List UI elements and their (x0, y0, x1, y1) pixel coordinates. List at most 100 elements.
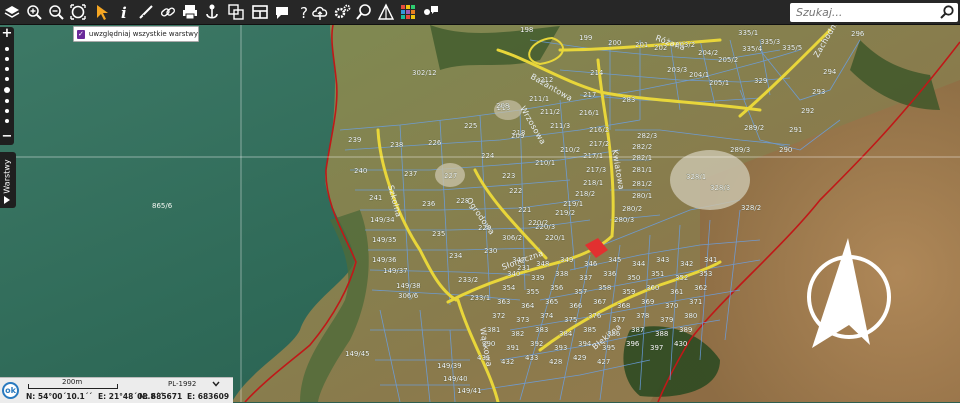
zoom-level-dot[interactable] (5, 57, 9, 61)
parcel-label[interactable]: 281/1 (632, 166, 653, 174)
parcel-label[interactable]: 280/3 (614, 216, 635, 224)
comment-icon[interactable] (420, 2, 440, 22)
parcel-label[interactable]: 343 (656, 256, 670, 264)
parcel-label[interactable]: 430 (674, 340, 688, 348)
parcel-label[interactable]: 221 (518, 206, 532, 214)
map-canvas[interactable]: Szkolna Ogrodowa Bażantowa Kwiatowa Wąskowa W… (0, 0, 960, 402)
parcel-label[interactable]: 233/2 (458, 276, 479, 284)
parcel-label[interactable]: 280/2 (622, 205, 643, 213)
parcel-label[interactable]: 361 (670, 288, 684, 296)
parcel-label[interactable]: 229 (478, 224, 492, 232)
parcel-label[interactable]: 433 (525, 354, 539, 362)
parcel-label[interactable]: 354 (502, 284, 516, 292)
zoom-level-dot[interactable] (5, 47, 9, 51)
parcel-label[interactable]: 240 (354, 167, 368, 175)
print-icon[interactable] (180, 2, 200, 22)
parcel-label[interactable]: 357 (574, 288, 588, 296)
parcel-label[interactable]: 216/2 (589, 126, 610, 134)
parcel-label[interactable]: 217/2 (589, 140, 610, 148)
parcel-label[interactable]: 383 (535, 326, 549, 334)
parcel-label[interactable]: 351 (651, 270, 665, 278)
parcel-label[interactable]: 432 (501, 358, 515, 366)
parcel-label[interactable]: 149/39 (437, 362, 462, 370)
search-icon[interactable] (939, 4, 955, 20)
parcel-label[interactable]: 217/3 (586, 166, 607, 174)
parcel-label[interactable]: 228 (456, 197, 470, 205)
parcel-label[interactable]: 217 (583, 91, 597, 99)
parcel-label[interactable]: 344 (632, 260, 646, 268)
parcel-label[interactable]: 328/1 (686, 173, 707, 181)
parcel-label[interactable]: 225 (464, 122, 478, 130)
parcel-label[interactable]: 328/2 (741, 204, 762, 212)
parcel-label[interactable]: 239 (348, 136, 362, 144)
parcel-label[interactable]: 353 (699, 270, 713, 278)
parcel-label[interactable]: 349 (560, 256, 574, 264)
parcel-label[interactable]: 365 (545, 298, 559, 306)
parcel-label[interactable]: 370 (665, 302, 679, 310)
parcel-label[interactable]: 204/2 (698, 49, 719, 57)
search-input[interactable] (794, 4, 936, 20)
parcel-label[interactable]: 374 (540, 312, 554, 320)
parcel-label[interactable]: 205/1 (709, 79, 730, 87)
parcel-label[interactable]: 235 (432, 230, 446, 238)
layers-panel-toggle[interactable]: Warstwy (0, 152, 16, 208)
parcel-label[interactable]: 281/2 (632, 180, 653, 188)
mosaic-icon[interactable] (398, 2, 418, 22)
parcel-label[interactable]: 218/1 (583, 179, 604, 187)
parcel-label[interactable]: 292 (801, 107, 815, 115)
parcel-label[interactable]: 393 (554, 344, 568, 352)
parcel-label[interactable]: 367 (593, 298, 607, 306)
parcel-label[interactable]: 431 (477, 354, 491, 362)
parcel-label[interactable]: 201 (635, 41, 649, 49)
parcel-label[interactable]: 335/4 (742, 45, 763, 53)
parcel-label[interactable]: 211/3 (550, 122, 571, 130)
parcel-label[interactable]: 340 (507, 270, 521, 278)
parcel-label[interactable]: 391 (506, 344, 520, 352)
parcel-label[interactable]: 223 (502, 172, 516, 180)
parcel-label[interactable]: 335/3 (760, 38, 781, 46)
zoom-out-icon[interactable] (46, 2, 66, 22)
info-icon[interactable]: i (114, 2, 134, 22)
parcel-label[interactable]: 371 (689, 298, 703, 306)
parcel-label[interactable]: 338 (555, 270, 569, 278)
parcel-label[interactable]: 372 (492, 312, 506, 320)
parcel-label[interactable]: 282/1 (632, 154, 653, 162)
orthophoto-map[interactable]: Szkolna OgrodowaBażantowaKwiatowaWąskowaW… (0, 0, 960, 402)
parcel-label[interactable]: 241 (369, 194, 383, 202)
parcel-label[interactable]: 227 (444, 172, 458, 180)
parcel-label[interactable]: 306/6 (398, 292, 419, 300)
parcel-label[interactable]: 210/1 (535, 159, 556, 167)
parcel-label[interactable]: 230 (484, 247, 498, 255)
parcel-label[interactable]: 216/1 (579, 109, 600, 117)
parcel-label[interactable]: 282/2 (632, 143, 653, 151)
zoom-level-dot[interactable] (5, 77, 9, 81)
link-icon[interactable] (158, 2, 178, 22)
layout-icon[interactable] (250, 2, 270, 22)
parcel-label[interactable]: 386 (607, 330, 621, 338)
parcel-label[interactable]: 381 (487, 326, 501, 334)
parcel-label[interactable]: 291 (789, 126, 803, 134)
chat-icon[interactable] (272, 2, 292, 22)
parcel-label[interactable]: 203/2 (675, 41, 696, 49)
parcel-label[interactable]: 198 (520, 26, 534, 34)
parcel-label[interactable]: 296 (851, 30, 865, 38)
parcel-label[interactable]: 149/41 (457, 387, 482, 395)
parcel-label[interactable]: 199 (579, 34, 593, 42)
measure-icon[interactable] (136, 2, 156, 22)
parcel-label[interactable]: 345 (608, 256, 622, 264)
zoom-in-button[interactable]: + (0, 27, 14, 40)
parcel-label[interactable]: 348 (536, 260, 550, 268)
parcel-label[interactable]: 211/1 (529, 95, 550, 103)
all-layers-checkbox[interactable]: ✓ (77, 29, 85, 39)
parcel-label[interactable]: 342 (680, 260, 694, 268)
parcel-label[interactable]: 389 (679, 326, 693, 334)
parcel-label[interactable]: 202 (654, 44, 668, 52)
parcel-label[interactable]: 282/3 (637, 132, 658, 140)
parcel-label[interactable]: 219/1 (563, 200, 584, 208)
parcel-label[interactable]: 368 (617, 302, 631, 310)
parcel-label[interactable]: 200 (608, 39, 622, 47)
parcel-label[interactable]: 208 (496, 102, 510, 110)
parcel-label[interactable]: 375 (564, 316, 578, 324)
parcel-label[interactable]: 395 (602, 344, 616, 352)
parcel-label[interactable]: 149/38 (396, 282, 421, 290)
